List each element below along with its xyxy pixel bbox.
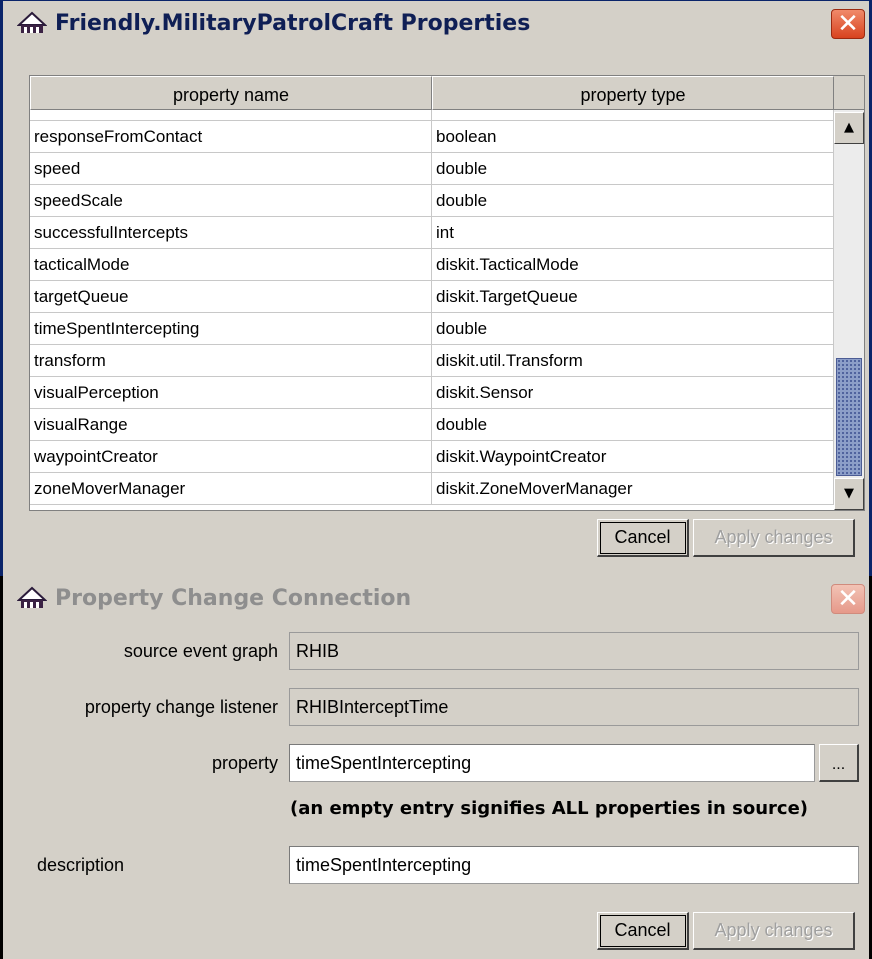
table-row[interactable]: timeSpentIntercepting double [30,313,834,345]
scroll-up-icon[interactable]: ▲ [834,112,864,144]
property-type-cell: double [432,185,834,217]
properties-title: Friendly.MilitaryPatrolCraft Properties [55,11,531,36]
property-name-cell: waypointCreator [30,441,432,473]
browse-properties-button[interactable]: ... [819,744,859,782]
properties-table: property name property type radioCommuni… [29,75,865,511]
property-name-cell: transform [30,345,432,377]
property-change-listener-label: property change listener [84,697,278,717]
property-name-cell: zoneMoverManager [30,473,432,505]
property-type-cell: double [432,313,834,345]
table-row[interactable]: transform diskit.util.Transform [30,345,834,377]
table-row[interactable]: speed double [30,153,834,185]
close-icon[interactable]: ✕ [831,9,865,39]
property-type-cell: int [432,217,834,249]
property-name-cell: targetQueue [30,281,432,313]
property-type-cell: diskit.util.Transform [432,345,834,377]
property-name-cell: speed [30,153,432,185]
property-change-listener-field: RHIBInterceptTime [289,688,859,726]
cancel-button[interactable]: Cancel [597,912,689,950]
table-row[interactable]: targetQueue diskit.TargetQueue [30,281,834,313]
property-name-cell: radioCommunication [30,110,432,121]
property-name-cell: responseFromContact [30,121,432,153]
source-event-graph-field: RHIB [289,632,859,670]
properties-dialog: Friendly.MilitaryPatrolCraft Properties … [0,0,872,576]
apply-changes-button[interactable]: Apply changes [693,912,855,950]
property-type-cell: double [432,409,834,441]
table-row[interactable]: waypointCreator diskit.WaypointCreator [30,441,834,473]
cancel-button[interactable]: Cancel [597,519,689,557]
property-input[interactable]: timeSpentIntercepting [289,744,815,782]
connection-title: Property Change Connection [55,586,412,611]
table-row[interactable]: visualRange double [30,409,834,441]
close-icon[interactable]: ✕ [831,584,865,614]
column-header-property-name[interactable]: property name [30,76,432,110]
column-header-property-type[interactable]: property type [432,76,834,110]
table-row[interactable]: zoneMoverManager diskit.ZoneMoverManager [30,473,834,505]
property-type-cell: diskit.WaypointCreator [432,441,834,473]
table-row[interactable]: visualPerception diskit.Sensor [30,377,834,409]
description-input[interactable]: timeSpentIntercepting [289,846,859,884]
scrollbar-thumb[interactable] [836,358,862,476]
property-name-cell: visualPerception [30,377,432,409]
property-type-cell: diskit.ZoneMoverManager [432,473,834,505]
property-change-connection-dialog: Property Change Connection ✕ source even… [0,576,872,959]
table-header: property name property type [30,76,834,110]
property-type-cell: diskit.TargetQueue [432,281,834,313]
table-scrollbar[interactable]: ▲ ▼ [834,110,864,510]
property-name-cell: successfulIntercepts [30,217,432,249]
scroll-down-icon[interactable]: ▼ [834,478,864,510]
tent-icon [17,11,47,33]
property-name-cell: speedScale [30,185,432,217]
description-label: description [37,855,125,875]
empty-entry-hint: (an empty entry signifies ALL properties… [290,798,809,819]
table-row[interactable]: radioCommunication diskit.RadioCommunica… [30,110,834,121]
table-corner [834,76,864,110]
properties-titlebar[interactable]: Friendly.MilitaryPatrolCraft Properties … [3,1,869,47]
property-type-cell: boolean [432,121,834,153]
table-row[interactable]: speedScale double [30,185,834,217]
property-name-cell: visualRange [30,409,432,441]
table-row[interactable]: tacticalMode diskit.TacticalMode [30,249,834,281]
property-type-cell: double [432,153,834,185]
property-type-cell: diskit.RadioCommunication [432,110,834,121]
apply-changes-button[interactable]: Apply changes [693,519,855,557]
connection-titlebar[interactable]: Property Change Connection ✕ [3,576,869,622]
property-type-cell: diskit.TacticalMode [432,249,834,281]
tent-icon [17,586,47,608]
table-row[interactable]: responseFromContact boolean [30,121,834,153]
property-name-cell: tacticalMode [30,249,432,281]
table-row[interactable]: successfulIntercepts int [30,217,834,249]
property-type-cell: diskit.Sensor [432,377,834,409]
property-label: property [211,753,278,773]
source-event-graph-label: source event graph [123,641,278,661]
table-body: radioCommunication diskit.RadioCommunica… [30,110,834,510]
property-name-cell: timeSpentIntercepting [30,313,432,345]
